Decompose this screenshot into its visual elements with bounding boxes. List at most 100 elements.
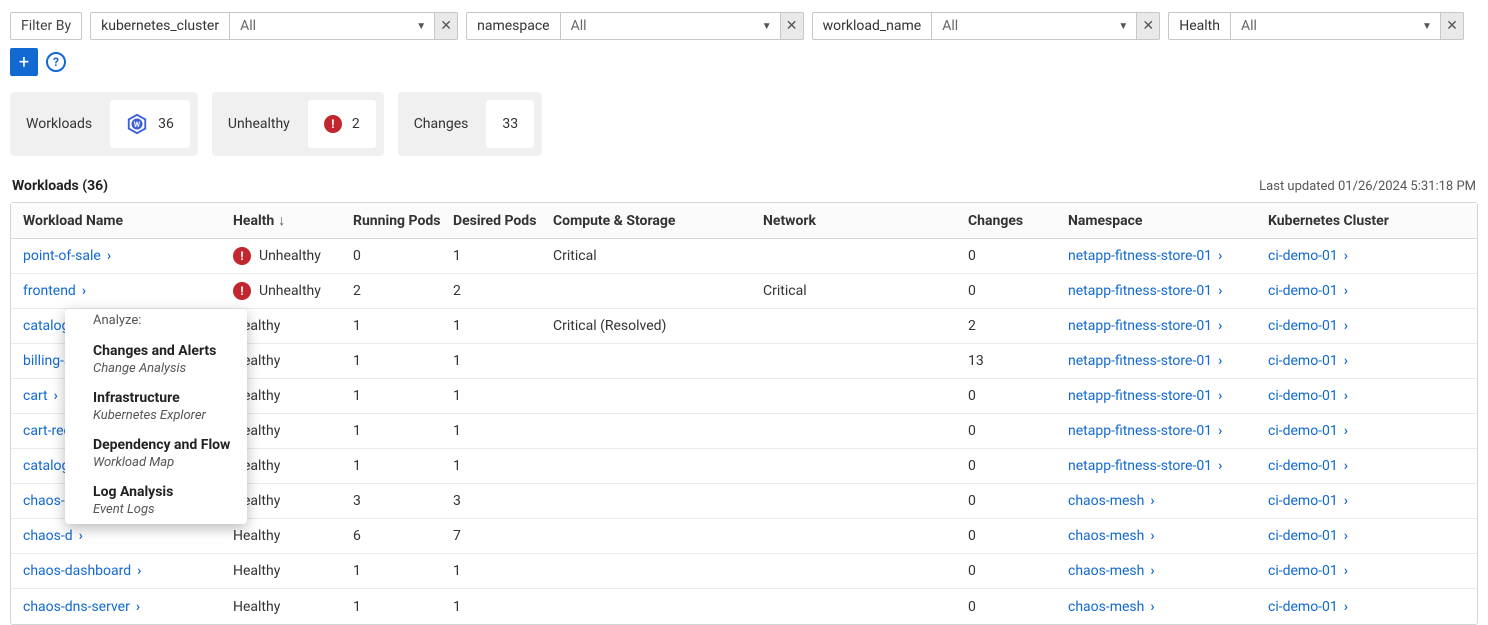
filter-value-dropdown[interactable]: All▼ <box>560 12 780 40</box>
popover-header: Analyze: <box>77 309 235 336</box>
cluster-link[interactable]: ci-demo-01› <box>1268 599 1348 615</box>
health-cell: Healthy <box>221 528 341 544</box>
chevron-right-icon: › <box>136 600 140 614</box>
namespace-link[interactable]: chaos-mesh› <box>1068 599 1155 615</box>
cluster-link[interactable]: ci-demo-01› <box>1268 388 1348 404</box>
filter-group: HealthAll▼✕ <box>1168 12 1464 40</box>
popover-item-title: Log Analysis <box>93 484 219 500</box>
cluster-link[interactable]: ci-demo-01› <box>1268 283 1348 299</box>
card-value[interactable]: 33 <box>486 100 534 148</box>
chevron-right-icon: › <box>1344 600 1348 614</box>
changes: 0 <box>956 563 1056 579</box>
col-namespace[interactable]: Namespace <box>1056 213 1256 229</box>
namespace-link[interactable]: netapp-fitness-store-01› <box>1068 318 1222 334</box>
workloads-table: Workload Name Health↓ Running Pods Desir… <box>10 202 1478 625</box>
card-number: 36 <box>158 116 174 132</box>
health-cell: !Unhealthy <box>221 247 341 265</box>
last-updated: Last updated 01/26/2024 5:31:18 PM <box>1259 179 1476 194</box>
filter-value-text: All <box>571 18 587 34</box>
popover-item[interactable]: Dependency and FlowWorkload Map <box>77 430 235 477</box>
workload-link[interactable]: chaos-d› <box>23 528 83 544</box>
col-kubernetes-cluster[interactable]: Kubernetes Cluster <box>1256 213 1456 229</box>
filter-by-label: Filter By <box>10 12 82 40</box>
chevron-right-icon: › <box>1218 354 1222 368</box>
workload-link[interactable]: point-of-sale› <box>23 248 111 264</box>
filter-value-dropdown[interactable]: All▼ <box>229 12 434 40</box>
namespace-link[interactable]: netapp-fitness-store-01› <box>1068 283 1222 299</box>
chevron-right-icon: › <box>79 529 83 543</box>
filter-bar: Filter By kubernetes_clusterAll▼✕namespa… <box>10 12 1478 76</box>
add-filter-button[interactable]: + <box>10 48 38 76</box>
card-unhealthy: Unhealthy ! 2 <box>212 92 384 156</box>
desired-pods: 1 <box>441 599 541 615</box>
changes: 13 <box>956 353 1056 369</box>
compute-storage: Critical (Resolved) <box>541 318 751 334</box>
col-compute-storage[interactable]: Compute & Storage <box>541 213 751 229</box>
cluster-link[interactable]: ci-demo-01› <box>1268 423 1348 439</box>
changes: 0 <box>956 458 1056 474</box>
cluster-link[interactable]: ci-demo-01› <box>1268 353 1348 369</box>
popover-item[interactable]: Changes and AlertsChange Analysis <box>77 336 235 383</box>
card-value[interactable]: ! 2 <box>308 100 376 148</box>
filter-clear-button[interactable]: ✕ <box>1440 12 1464 40</box>
filter-value-dropdown[interactable]: All▼ <box>931 12 1136 40</box>
close-icon: ✕ <box>1446 18 1458 34</box>
namespace-link[interactable]: netapp-fitness-store-01› <box>1068 423 1222 439</box>
popover-item-subtitle: Workload Map <box>93 455 219 470</box>
col-desired-pods[interactable]: Desired Pods <box>441 213 541 229</box>
filter-value-dropdown[interactable]: All▼ <box>1230 12 1440 40</box>
changes: 0 <box>956 388 1056 404</box>
chevron-right-icon: › <box>107 249 111 263</box>
filter-clear-button[interactable]: ✕ <box>434 12 458 40</box>
chevron-right-icon: › <box>1344 459 1348 473</box>
cluster-link[interactable]: ci-demo-01› <box>1268 248 1348 264</box>
cluster-link[interactable]: ci-demo-01› <box>1268 528 1348 544</box>
chevron-right-icon: › <box>1218 319 1222 333</box>
workload-link[interactable]: chaos-dashboard› <box>23 563 141 579</box>
card-workloads: Workloads W 36 <box>10 92 198 156</box>
chevron-right-icon: › <box>1344 494 1348 508</box>
cluster-link[interactable]: ci-demo-01› <box>1268 563 1348 579</box>
popover-item-subtitle: Kubernetes Explorer <box>93 408 219 423</box>
popover-item[interactable]: InfrastructureKubernetes Explorer <box>77 383 235 430</box>
namespace-link[interactable]: chaos-mesh› <box>1068 563 1155 579</box>
page-title: Workloads (36) <box>12 178 108 194</box>
namespace-link[interactable]: netapp-fitness-store-01› <box>1068 353 1222 369</box>
alert-icon: ! <box>324 115 342 133</box>
card-value[interactable]: W 36 <box>110 100 190 148</box>
col-changes[interactable]: Changes <box>956 213 1056 229</box>
chevron-right-icon: › <box>1218 389 1222 403</box>
running-pods: 1 <box>341 318 441 334</box>
namespace-link[interactable]: chaos-mesh› <box>1068 493 1155 509</box>
namespace-link[interactable]: netapp-fitness-store-01› <box>1068 458 1222 474</box>
running-pods: 0 <box>341 248 441 264</box>
namespace-link[interactable]: chaos-mesh› <box>1068 528 1155 544</box>
chevron-right-icon: › <box>1344 319 1348 333</box>
chevron-right-icon: › <box>1218 284 1222 298</box>
help-button[interactable]: ? <box>46 52 66 72</box>
question-icon: ? <box>53 55 59 69</box>
col-health[interactable]: Health↓ <box>221 212 341 229</box>
health-cell: Healthy <box>221 563 341 579</box>
cluster-link[interactable]: ci-demo-01› <box>1268 493 1348 509</box>
col-running-pods[interactable]: Running Pods <box>341 213 441 229</box>
workload-link[interactable]: cart› <box>23 388 58 404</box>
namespace-link[interactable]: netapp-fitness-store-01› <box>1068 248 1222 264</box>
filter-clear-button[interactable]: ✕ <box>1136 12 1160 40</box>
chevron-right-icon: › <box>54 389 58 403</box>
col-workload-name[interactable]: Workload Name <box>11 213 221 229</box>
close-icon: ✕ <box>1142 18 1154 34</box>
workload-link[interactable]: frontend› <box>23 283 86 299</box>
alert-icon: ! <box>233 247 251 265</box>
cluster-link[interactable]: ci-demo-01› <box>1268 458 1348 474</box>
popover-item-subtitle: Event Logs <box>93 502 219 517</box>
workload-link[interactable]: chaos-dns-server› <box>23 599 140 615</box>
namespace-link[interactable]: netapp-fitness-store-01› <box>1068 388 1222 404</box>
chevron-right-icon: › <box>1150 494 1154 508</box>
network: Critical <box>751 283 956 299</box>
filter-clear-button[interactable]: ✕ <box>780 12 804 40</box>
table-row: frontend›!Unhealthy22Critical0netapp-fit… <box>11 274 1477 309</box>
col-network[interactable]: Network <box>751 213 956 229</box>
cluster-link[interactable]: ci-demo-01› <box>1268 318 1348 334</box>
popover-item[interactable]: Log Analysis Event Logs <box>77 477 235 524</box>
